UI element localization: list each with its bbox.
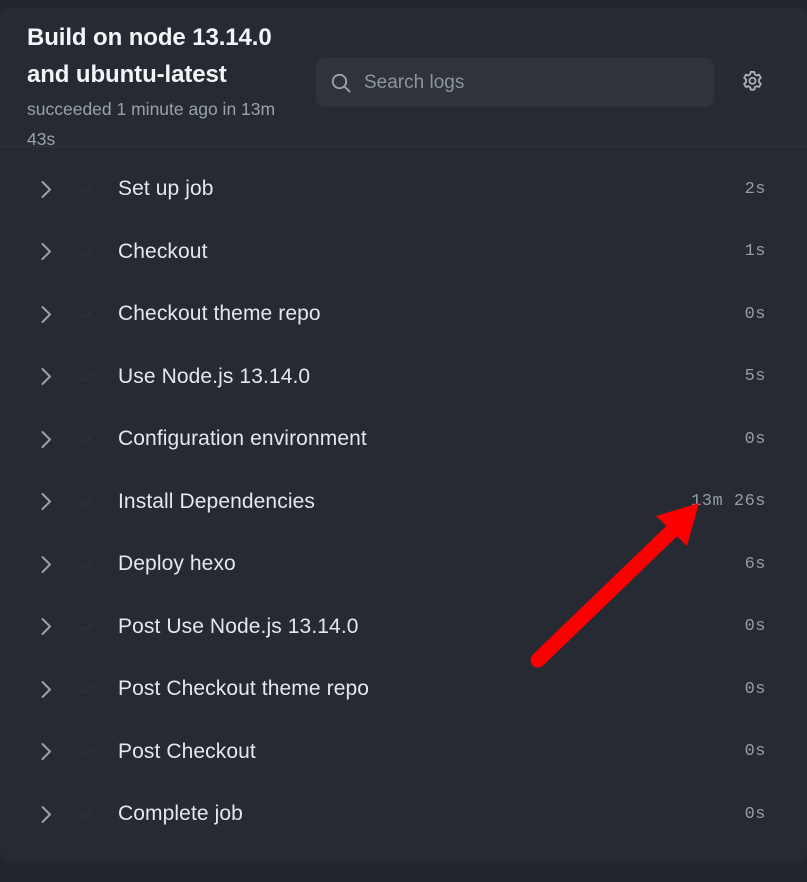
step-label: Checkout theme repo (118, 302, 321, 326)
job-title: Build on node 13.14.0 and ubuntu-latest (27, 24, 272, 88)
step-duration: 2s (744, 179, 766, 199)
chevron-right-icon[interactable] (36, 617, 56, 637)
chevron-right-icon[interactable] (36, 742, 56, 762)
step-label: Install Dependencies (118, 489, 315, 513)
step-label: Complete job (118, 802, 243, 826)
chevron-right-icon[interactable] (36, 679, 56, 699)
chevron-right-icon[interactable] (36, 242, 56, 262)
step-duration: 5s (744, 367, 766, 387)
step-row[interactable]: Configuration environment 0s (0, 408, 807, 471)
step-duration: 1s (744, 242, 766, 262)
step-duration: 0s (744, 742, 766, 762)
check-circle-icon (74, 301, 100, 327)
step-row[interactable]: Install Dependencies 13m 26s (0, 471, 807, 534)
check-circle-icon (74, 364, 100, 390)
job-steps-list: Set up job 2s Checkout 1s Checkout theme rep… (0, 147, 807, 846)
gear-icon (739, 69, 766, 99)
chevron-right-icon[interactable] (36, 179, 56, 199)
chevron-right-icon[interactable] (36, 367, 56, 387)
check-circle-icon (74, 739, 100, 765)
step-label: Post Use Node.js 13.14.0 (118, 614, 359, 638)
job-header: Build on node 13.14.0 and ubuntu-latest … (0, 8, 807, 149)
step-duration: 13m 26s (691, 492, 766, 512)
check-circle-icon (74, 614, 100, 640)
check-circle-icon (74, 676, 100, 702)
check-circle-icon (74, 426, 100, 452)
check-circle-icon (74, 176, 100, 202)
step-row[interactable]: Post Checkout theme repo 0s (0, 658, 807, 721)
job-header-text: Build on node 13.14.0 and ubuntu-latest … (27, 19, 302, 154)
step-row[interactable]: Checkout theme repo 0s (0, 283, 807, 346)
settings-button[interactable] (735, 68, 769, 100)
step-row[interactable]: Post Use Node.js 13.14.0 0s (0, 596, 807, 659)
chevron-right-icon[interactable] (36, 429, 56, 449)
chevron-right-icon[interactable] (36, 554, 56, 574)
step-row[interactable]: Complete job 0s (0, 783, 807, 846)
job-status-text: succeeded 1 minute ago in 13m 43s (27, 99, 276, 149)
step-row[interactable]: Set up job 2s (0, 158, 807, 221)
check-circle-icon (74, 801, 100, 827)
step-label: Post Checkout (118, 739, 256, 763)
check-circle-icon (74, 551, 100, 577)
step-label: Post Checkout theme repo (118, 677, 370, 701)
check-circle-icon (74, 239, 100, 265)
step-label: Configuration environment (118, 427, 367, 451)
job-log-panel: Build on node 13.14.0 and ubuntu-latest … (0, 8, 807, 861)
job-log-panel-root: Build on node 13.14.0 and ubuntu-latest … (0, 0, 807, 882)
step-row[interactable]: Use Node.js 13.14.0 5s (0, 346, 807, 409)
step-label: Deploy hexo (118, 552, 236, 576)
search-input-placeholder: Search logs (364, 72, 465, 93)
search-icon (330, 72, 352, 94)
step-label: Checkout (118, 239, 208, 263)
chevron-right-icon[interactable] (36, 804, 56, 824)
step-duration: 0s (744, 617, 766, 637)
step-duration: 6s (744, 554, 766, 574)
step-label: Use Node.js 13.14.0 (118, 364, 311, 388)
step-row[interactable]: Deploy hexo 6s (0, 533, 807, 596)
chevron-right-icon[interactable] (36, 304, 56, 324)
search-logs-input[interactable]: Search logs (316, 58, 714, 107)
check-circle-icon (74, 489, 100, 515)
step-duration: 0s (744, 304, 766, 324)
step-row[interactable]: Post Checkout 0s (0, 721, 807, 784)
step-row[interactable]: Checkout 1s (0, 221, 807, 284)
step-label: Set up job (118, 177, 214, 201)
step-duration: 0s (744, 804, 766, 824)
step-duration: 0s (744, 429, 766, 449)
chevron-right-icon[interactable] (36, 492, 56, 512)
step-duration: 0s (744, 679, 766, 699)
